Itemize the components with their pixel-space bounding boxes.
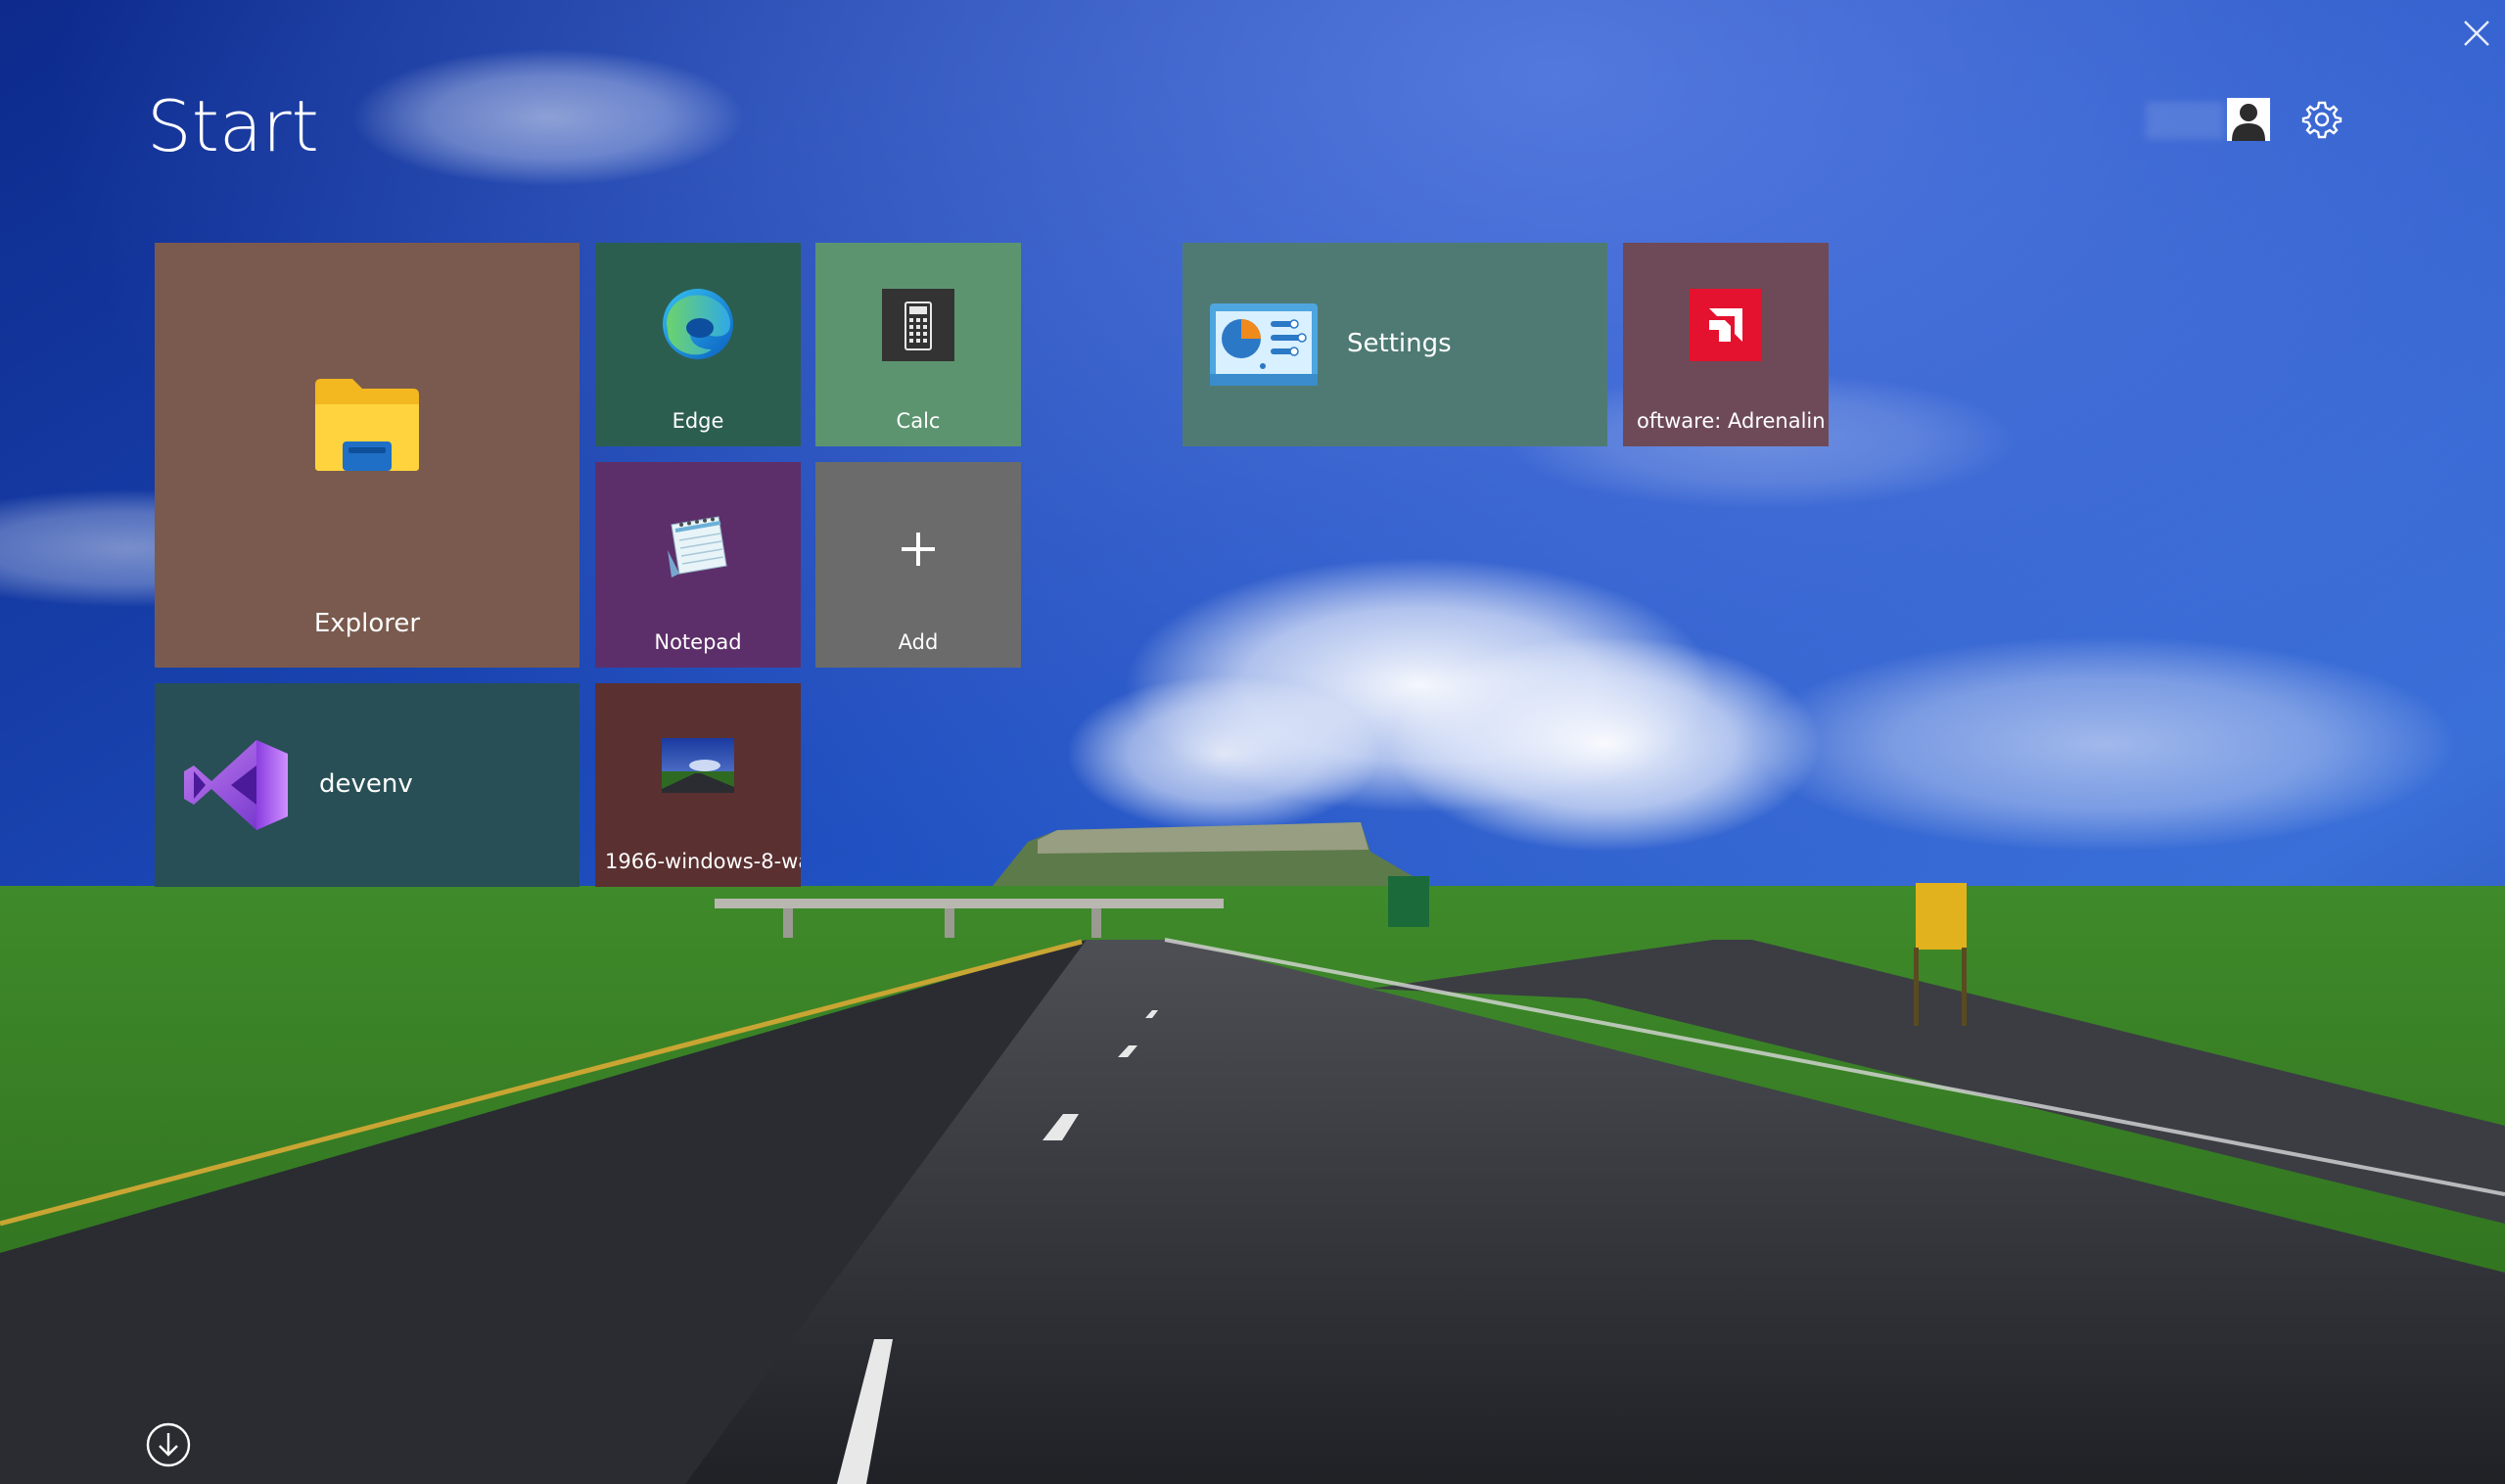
- page-title: Start: [147, 85, 319, 167]
- tile-label-add: Add: [898, 630, 939, 654]
- plus-icon: [900, 531, 937, 572]
- tile-add[interactable]: Add: [815, 462, 1021, 668]
- tile-explorer[interactable]: Explorer: [155, 243, 580, 668]
- visual-studio-icon: [182, 736, 290, 838]
- image-thumbnail-icon: [662, 738, 734, 797]
- edge-icon: [661, 287, 735, 365]
- user-name-redacted: [2146, 102, 2224, 139]
- user-icon[interactable]: [2227, 98, 2270, 141]
- tile-label-wallpaper-image: 1966-windows-8-wa: [605, 850, 801, 873]
- tile-edge[interactable]: Edge: [595, 243, 801, 446]
- tile-wallpaper-image[interactable]: 1966-windows-8-wa: [595, 683, 801, 887]
- amd-icon: [1690, 289, 1762, 365]
- tile-label-explorer: Explorer: [313, 609, 421, 638]
- control-panel-icon: [1210, 303, 1318, 390]
- tile-notepad[interactable]: Notepad: [595, 462, 801, 668]
- calculator-icon: [882, 289, 954, 365]
- close-icon[interactable]: [2459, 16, 2494, 51]
- tile-calc[interactable]: Calc: [815, 243, 1021, 446]
- start-screen: Start Explorer Edge Calc Notepad Add dev…: [0, 0, 2505, 1484]
- folder-icon: [313, 375, 421, 477]
- tile-label-amd-adrenalin: oftware: Adrenalin I: [1637, 409, 1829, 433]
- arrow-down-circle-icon[interactable]: [145, 1421, 192, 1468]
- tile-label-calc: Calc: [896, 409, 941, 433]
- notepad-icon: [662, 511, 734, 583]
- tile-amd-adrenalin[interactable]: oftware: Adrenalin I: [1623, 243, 1829, 446]
- tile-devenv[interactable]: devenv: [155, 683, 580, 887]
- tile-label-edge: Edge: [672, 409, 724, 433]
- tile-settings[interactable]: Settings: [1183, 243, 1607, 446]
- tile-label-settings: Settings: [1347, 329, 1452, 358]
- tile-label-notepad: Notepad: [654, 630, 742, 654]
- tile-label-devenv: devenv: [319, 769, 413, 799]
- gear-icon[interactable]: [2300, 98, 2343, 141]
